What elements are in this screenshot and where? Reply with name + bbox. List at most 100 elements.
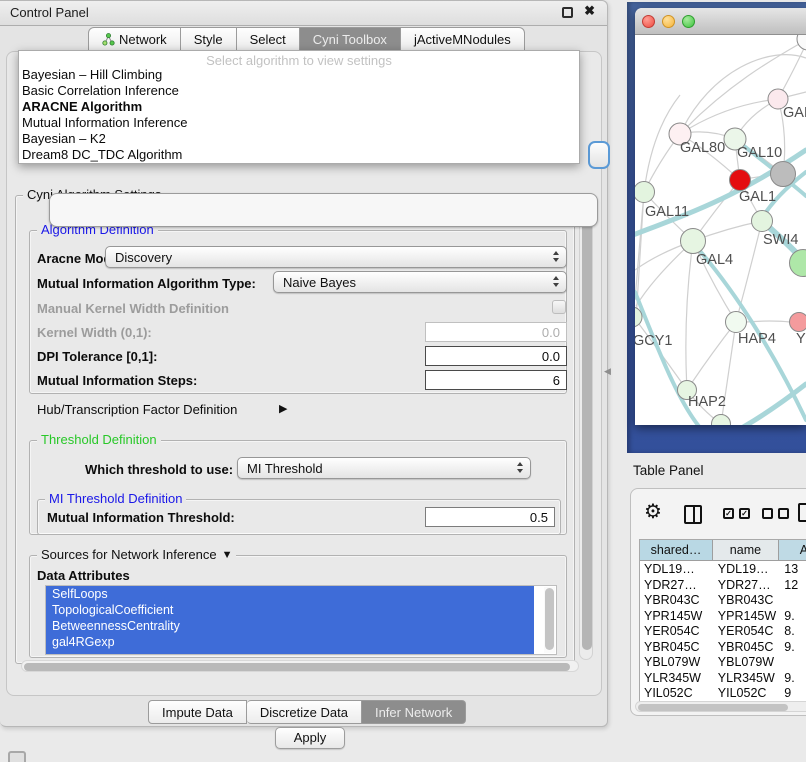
settings-hscrollbar-thumb[interactable] <box>24 663 570 671</box>
node-label-gcy1: GCY1 <box>635 333 673 349</box>
attributes-scrollbar-thumb[interactable] <box>545 588 554 650</box>
hub-section-label[interactable]: Hub/Transcription Factor Definition <box>37 402 237 417</box>
data-attributes-items: SelfLoopsTopologicalCoefficientBetweenne… <box>46 586 556 650</box>
stepper-arrows-icon <box>553 276 559 287</box>
deselect-all-icon[interactable] <box>778 508 789 519</box>
tab-select[interactable]: Select <box>237 27 300 51</box>
tab-style[interactable]: Style <box>181 27 237 51</box>
kernel-width-field[interactable]: 0.0 <box>425 322 567 342</box>
attributes-scrollbar-track[interactable] <box>544 587 555 653</box>
table-row[interactable]: YDL19…YDL19…13 <box>640 562 806 578</box>
node-label-gal80: GAL80 <box>680 140 725 156</box>
network-node-gal4[interactable] <box>681 229 706 254</box>
network-node-gal11[interactable] <box>635 182 655 203</box>
control-panel-title: Control Panel <box>10 5 89 20</box>
deselect-all-icon[interactable] <box>762 508 773 519</box>
settings-vscrollbar-thumb[interactable] <box>582 200 592 650</box>
aracne-mode-combo[interactable]: Discovery <box>105 246 567 268</box>
network-node-y[interactable] <box>790 313 806 332</box>
tab-discretize-data[interactable]: Discretize Data <box>247 700 362 724</box>
network-node[interactable] <box>712 415 731 426</box>
select-all-check-icon[interactable]: ✓ <box>739 508 750 519</box>
table-cell: YLR345W <box>640 671 714 687</box>
table-row[interactable]: YDR27…YDR27…12 <box>640 578 806 594</box>
manual-kernel-checkbox[interactable] <box>552 300 566 314</box>
table-row[interactable]: YER054CYER054C8. <box>640 624 806 640</box>
network-node[interactable] <box>771 162 796 187</box>
hidden-combo-fragment <box>49 193 598 227</box>
float-window-icon[interactable] <box>562 7 573 18</box>
column-header-a[interactable]: A <box>779 540 806 560</box>
dpi-tolerance-field[interactable]: 0.0 <box>425 346 567 366</box>
aracne-mode-value: Discovery <box>115 250 172 265</box>
node-label-gal4: GAL4 <box>696 252 733 268</box>
tab-infer-network[interactable]: Infer Network <box>362 700 466 724</box>
network-node-swi4[interactable] <box>752 211 773 232</box>
network-graph: GALGAL80GAL10GAL1GAL11SWI4GAL4HAP4YGCY1H… <box>635 35 806 425</box>
which-threshold-combo[interactable]: MI Threshold <box>237 457 531 479</box>
network-node-gal1[interactable] <box>730 170 751 191</box>
table-cell: 8. <box>780 624 806 640</box>
network-icon <box>102 33 115 46</box>
tab-impute-data[interactable]: Impute Data <box>148 700 247 724</box>
mi-algorithm-type-label: Mutual Information Algorithm Type: <box>37 276 256 291</box>
minimized-panel-icon[interactable] <box>8 751 26 762</box>
columns-icon[interactable] <box>684 505 702 524</box>
expand-triangle-icon[interactable]: ▶ <box>279 402 287 415</box>
data-attributes-label: Data Attributes <box>37 568 130 583</box>
network-canvas[interactable]: GALGAL80GAL10GAL1GAL11SWI4GAL4HAP4YGCY1H… <box>635 35 806 425</box>
attribute-item-topologicalcoefficient[interactable]: TopologicalCoefficient <box>46 602 534 618</box>
apply-button[interactable]: Apply <box>275 727 345 749</box>
tab-jactivemnodules[interactable]: jActiveMNodules <box>401 27 525 51</box>
table-row[interactable]: YLR345WYLR345W9. <box>640 671 806 687</box>
table-body: YDL19…YDL19…13YDR27…YDR27…12YBR043CYBR04… <box>640 562 806 700</box>
collapse-triangle-icon[interactable]: ▼ <box>222 549 233 561</box>
mi-threshold-label: Mutual Information Threshold: <box>47 510 235 525</box>
function-builder-icon[interactable] <box>798 503 806 522</box>
tab-network[interactable]: Network <box>88 27 181 51</box>
network-window-titlebar[interactable] <box>635 8 806 35</box>
attribute-item-gal4rgexp[interactable]: gal4RGexp <box>46 634 534 650</box>
table-hscrollbar-thumb[interactable] <box>638 704 788 711</box>
settings-hscrollbar-track[interactable] <box>21 660 579 672</box>
threshold-definition-title: Threshold Definition <box>37 432 161 447</box>
table-row[interactable]: YBL079WYBL079W <box>640 655 806 671</box>
close-icon[interactable]: ✖ <box>584 3 595 19</box>
algorithm-option-bayesian-hill-climbing[interactable]: Bayesian – Hill Climbing <box>22 67 576 83</box>
algorithm-option-mutual-information-inference[interactable]: Mutual Information Inference <box>22 115 576 131</box>
network-node[interactable] <box>790 250 806 277</box>
tab-label: Impute Data <box>162 701 233 724</box>
data-attributes-list[interactable]: SelfLoopsTopologicalCoefficientBetweenne… <box>45 585 557 655</box>
algorithm-option-bayesian-k2[interactable]: Bayesian – K2 <box>22 131 576 147</box>
minimize-traffic-light-icon[interactable] <box>662 15 675 28</box>
table-cell: YIL052C <box>714 686 780 700</box>
table-row[interactable]: YIL052CYIL052C9 <box>640 686 806 700</box>
node-label-gal10: GAL10 <box>737 145 782 161</box>
column-header-shared[interactable]: shared… <box>640 540 713 560</box>
mi-algorithm-type-combo[interactable]: Naive Bayes <box>273 271 567 293</box>
attribute-item-selfloops[interactable]: SelfLoops <box>46 586 534 602</box>
mi-threshold-field[interactable]: 0.5 <box>425 507 555 527</box>
network-node-hap4[interactable] <box>726 312 747 333</box>
table-hscrollbar-track[interactable] <box>635 701 806 712</box>
algorithm-dropdown-popup: Select algorithm to view settings Bayesi… <box>18 50 580 164</box>
tab-cyni-toolbox[interactable]: Cyni Toolbox <box>300 27 401 51</box>
table-cell: YBL079W <box>640 655 714 671</box>
network-node[interactable] <box>797 35 806 50</box>
settings-vscrollbar-track[interactable] <box>579 196 593 660</box>
table-row[interactable]: YBR043CYBR043C <box>640 593 806 609</box>
algorithm-option-basic-correlation-inference[interactable]: Basic Correlation Inference <box>22 83 576 99</box>
column-header-name[interactable]: name <box>713 540 779 560</box>
close-traffic-light-icon[interactable] <box>642 15 655 28</box>
algorithm-option-aracne-algorithm[interactable]: ARACNE Algorithm <box>22 99 576 115</box>
splitter-collapse-arrow[interactable]: ◀ <box>604 366 611 377</box>
attribute-item-betweennesscentrality[interactable]: BetweennessCentrality <box>46 618 534 634</box>
mi-steps-field[interactable]: 6 <box>425 370 567 390</box>
table-row[interactable]: YBR045CYBR045C9. <box>640 640 806 656</box>
table-row[interactable]: YPR145WYPR145W9. <box>640 609 806 625</box>
zoom-traffic-light-icon[interactable] <box>682 15 695 28</box>
table-cell: 9. <box>780 640 806 656</box>
gear-icon[interactable]: ⚙ <box>644 502 662 522</box>
select-all-check-icon[interactable]: ✓ <box>723 508 734 519</box>
algorithm-option-dream8-dc-tdc-algorithm[interactable]: Dream8 DC_TDC Algorithm <box>22 147 576 163</box>
